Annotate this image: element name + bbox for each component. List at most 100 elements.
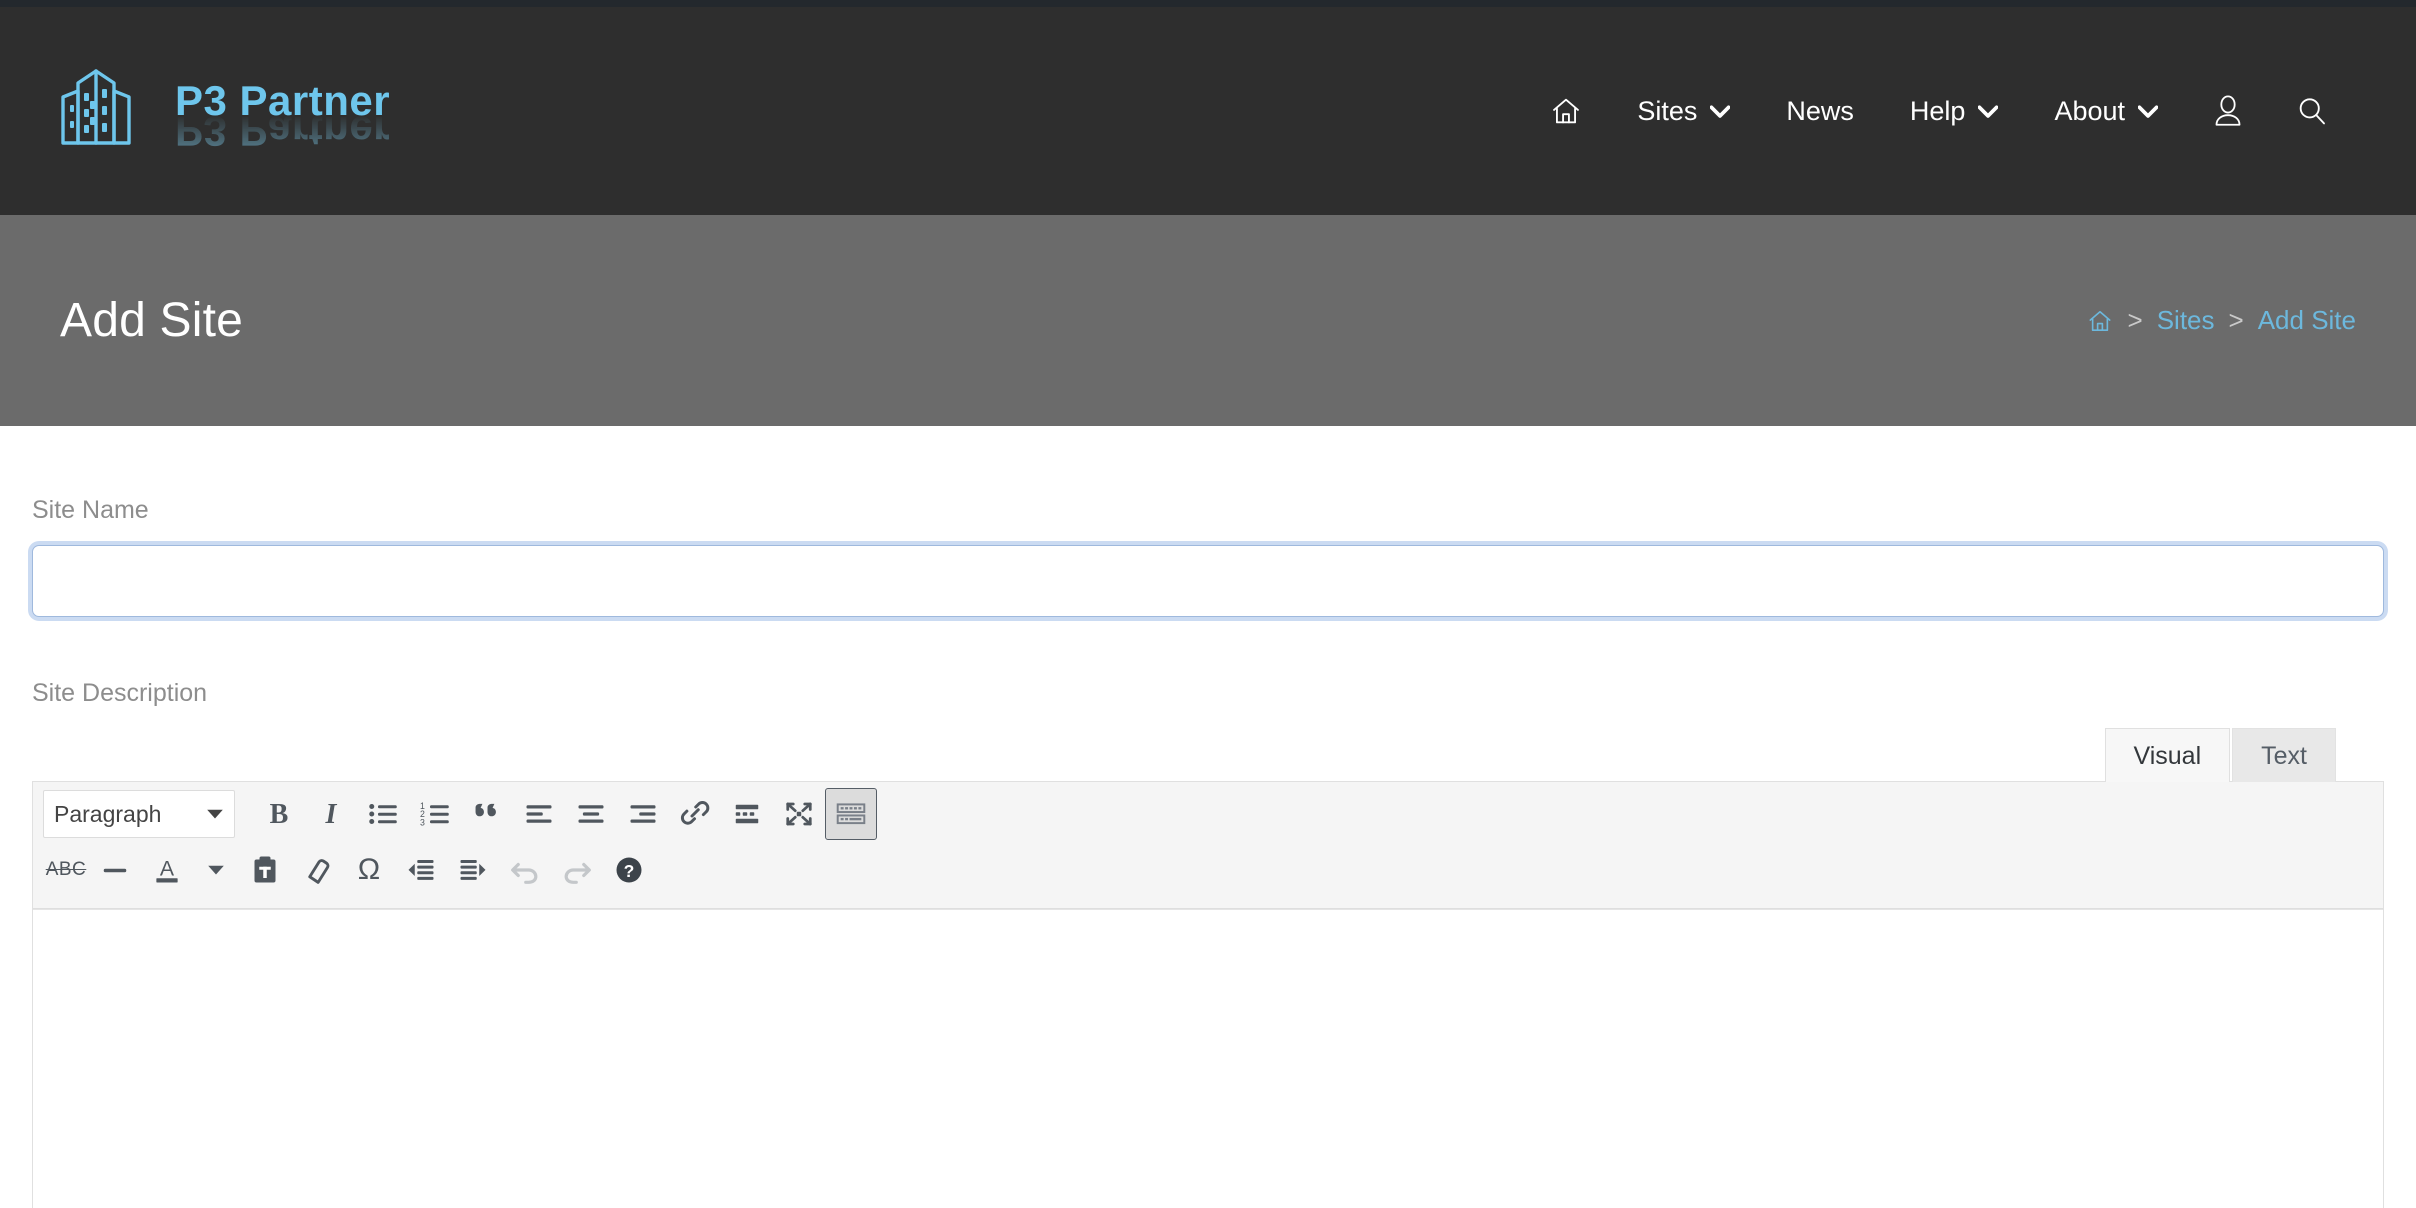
chevron-down-icon [2138, 105, 2158, 118]
editor-content-area[interactable] [33, 909, 2383, 1208]
strikethrough-button[interactable]: ABC [43, 844, 89, 896]
site-header: P3 Partner P3 Partner Sites News Help Ab… [0, 7, 2416, 215]
insert-link-button[interactable] [669, 788, 721, 840]
special-character-button[interactable]: Ω [343, 844, 395, 896]
horizontal-rule-button[interactable] [89, 844, 141, 896]
toolbar-row-2: ABC A Ω ? [43, 842, 2373, 898]
chevron-down-icon [207, 809, 223, 819]
keyboard-shortcuts-button[interactable]: ? [603, 844, 655, 896]
align-left-button[interactable] [513, 788, 565, 840]
numbered-list-icon: 1 2 3 [420, 801, 449, 827]
align-right-icon [630, 805, 656, 823]
redo-icon [564, 862, 591, 884]
paragraph-style-select[interactable]: Paragraph [43, 790, 235, 838]
user-icon [2215, 95, 2241, 126]
nav-item-about-label: About [2054, 95, 2125, 126]
redo-button[interactable] [551, 844, 603, 896]
breadcrumb-item-add-site[interactable]: Add Site [2258, 305, 2356, 336]
svg-text:?: ? [624, 861, 635, 881]
toolbar-toggle-button[interactable] [825, 788, 877, 840]
page-banner: Add Site > Sites > Add Site [0, 215, 2416, 426]
blockquote-icon [475, 803, 496, 817]
tab-visual[interactable]: Visual [2104, 728, 2231, 782]
main-navigation: Sites News Help About [1523, 80, 2354, 142]
nav-item-search[interactable] [2270, 81, 2354, 141]
indent-button[interactable] [447, 844, 499, 896]
align-center-button[interactable] [565, 788, 617, 840]
numbered-list-button[interactable]: 1 2 3 [409, 788, 461, 840]
horizontal-rule-icon [103, 868, 127, 873]
blockquote-button[interactable] [461, 788, 513, 840]
page-content: Site Name Site Description Visual Text P… [0, 426, 2416, 1208]
breadcrumb-separator: > [2127, 305, 2143, 335]
bulleted-list-button[interactable] [357, 788, 409, 840]
nav-item-news[interactable]: News [1758, 82, 1882, 141]
building-icon [61, 69, 131, 145]
italic-icon: I [325, 800, 338, 828]
bold-button[interactable]: B [253, 788, 305, 840]
text-color-icon: A [156, 857, 178, 883]
admin-bar-strip [0, 0, 2416, 7]
page-title: Add Site [60, 294, 244, 347]
bulleted-list-icon [369, 804, 397, 824]
special-character-label: Ω [357, 853, 381, 886]
breadcrumb-home-link[interactable] [2086, 308, 2114, 334]
svg-text:I: I [325, 800, 338, 828]
nav-item-about[interactable]: About [2026, 82, 2186, 141]
tab-text[interactable]: Text [2232, 728, 2336, 782]
indent-icon [460, 860, 486, 880]
brand-name-reflection: P3 Partner [175, 108, 391, 155]
site-description-editor: Visual Text Paragraph B I 1 2 3 ABC A Ω … [32, 728, 2384, 1208]
text-color-button[interactable]: A [141, 844, 193, 896]
editor-tab-bar: Visual Text [32, 728, 2384, 782]
undo-button[interactable] [499, 844, 551, 896]
nav-item-home[interactable] [1523, 81, 1609, 141]
chevron-down-icon [208, 865, 224, 875]
read-more-button[interactable] [721, 788, 773, 840]
clear-formatting-icon [308, 859, 330, 884]
bold-icon: B [270, 800, 289, 828]
align-center-icon [578, 805, 604, 823]
paste-as-text-button[interactable] [239, 844, 291, 896]
link-icon [680, 801, 710, 825]
search-icon [2299, 98, 2325, 125]
svg-text:3: 3 [420, 817, 425, 827]
brand-wordmark: P3 Partner P3 Partner [175, 80, 435, 156]
fullscreen-icon [786, 802, 812, 826]
brand-logo-link[interactable]: P3 Partner P3 Partner [55, 61, 435, 161]
chevron-down-icon [1978, 105, 1999, 118]
breadcrumb-separator: > [2228, 305, 2244, 335]
svg-text:B: B [270, 800, 289, 828]
nav-item-help[interactable]: Help [1882, 82, 2027, 141]
align-right-button[interactable] [617, 788, 669, 840]
strikethrough-label: ABC [45, 859, 87, 880]
home-icon [2088, 310, 2111, 331]
read-more-icon [735, 804, 759, 824]
home-icon [1553, 98, 1580, 124]
site-name-label: Site Name [32, 496, 149, 524]
help-icon: ? [616, 857, 642, 883]
fullscreen-button[interactable] [773, 788, 825, 840]
paste-as-text-icon [254, 856, 276, 883]
editor-toolbar: Paragraph B I 1 2 3 ABC A Ω ? [33, 782, 2383, 909]
field-spacer [32, 617, 2384, 679]
outdent-button[interactable] [395, 844, 447, 896]
undo-icon [511, 862, 538, 884]
outdent-icon [408, 860, 434, 880]
clear-formatting-button[interactable] [291, 844, 343, 896]
nav-item-account[interactable] [2186, 80, 2270, 142]
italic-button[interactable]: I [305, 788, 357, 840]
site-name-input[interactable] [32, 545, 2384, 617]
align-left-icon [526, 805, 552, 823]
nav-item-sites-label: Sites [1637, 95, 1698, 126]
site-description-label: Site Description [32, 679, 208, 707]
toolbar-toggle-icon [836, 803, 866, 825]
toolbar-row-1: Paragraph B I 1 2 3 [43, 786, 2373, 842]
breadcrumb: > Sites > Add Site [2086, 305, 2356, 336]
nav-item-news-label: News [1786, 95, 1854, 126]
breadcrumb-item-sites[interactable]: Sites [2157, 305, 2215, 336]
text-color-dropdown-button[interactable] [193, 844, 239, 896]
paragraph-style-value: Paragraph [54, 800, 162, 827]
nav-item-help-label: Help [1909, 95, 1966, 126]
nav-item-sites[interactable]: Sites [1609, 82, 1758, 141]
